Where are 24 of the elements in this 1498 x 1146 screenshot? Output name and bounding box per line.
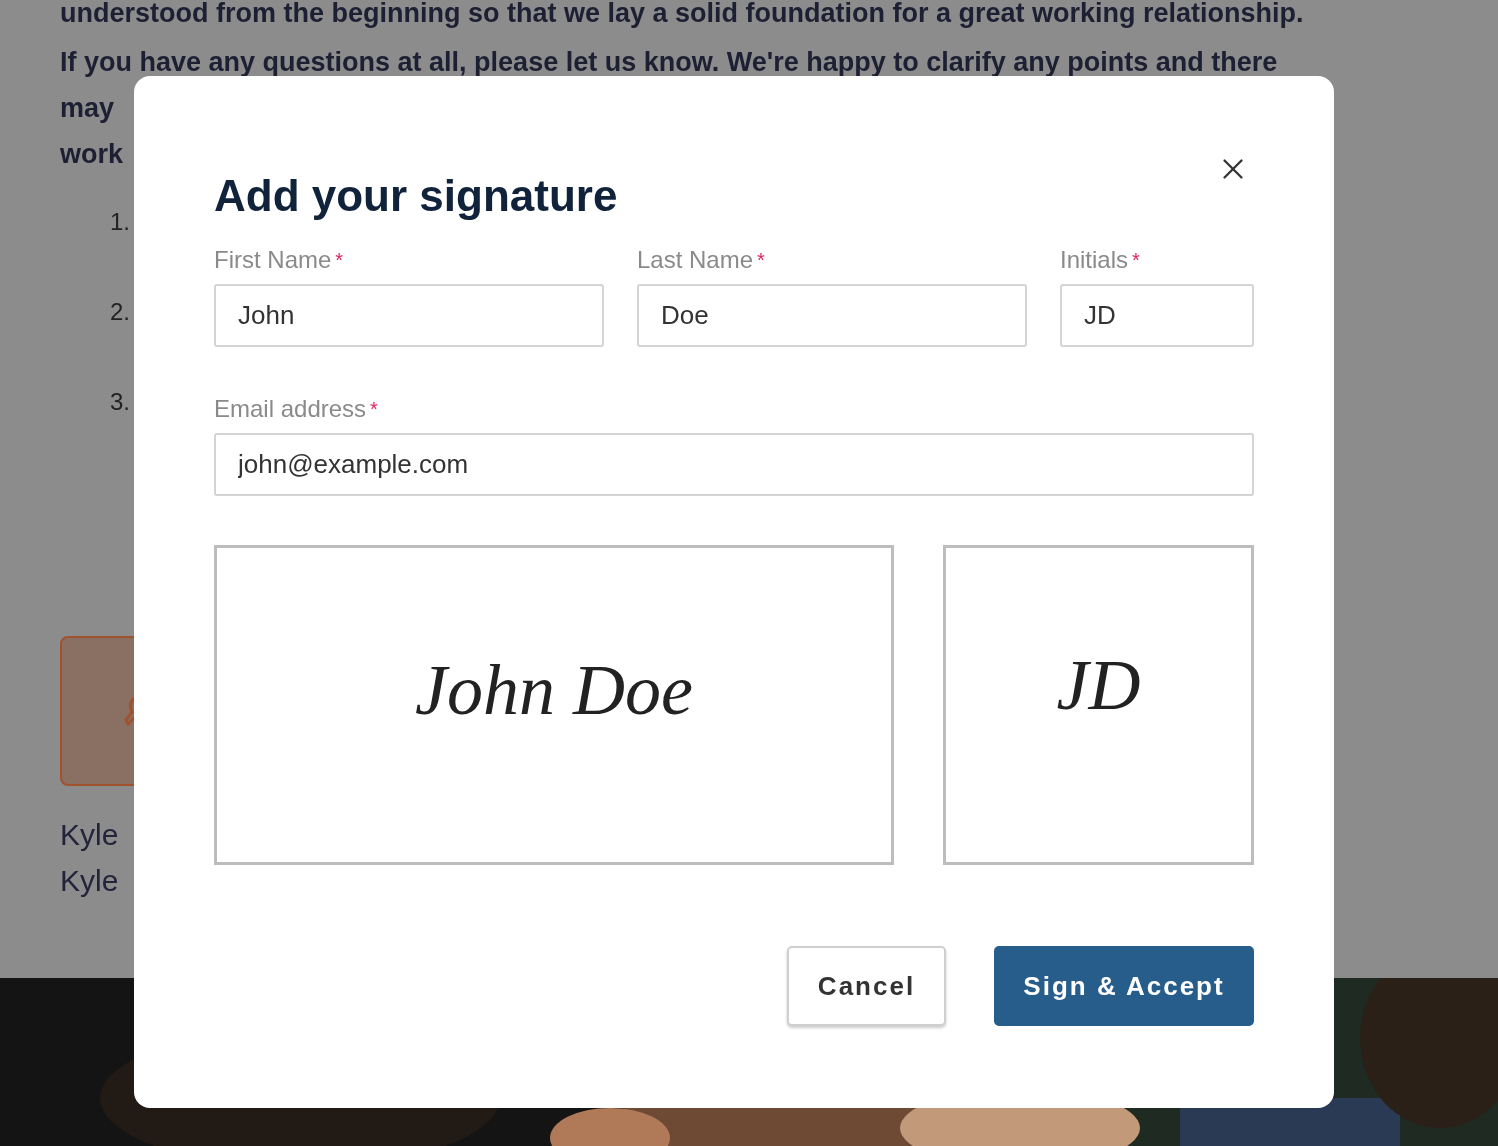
initials-pad[interactable]: JD [943, 545, 1254, 865]
list-number: 1. [110, 208, 130, 236]
list-number: 2. [110, 298, 130, 326]
text-input[interactable]: Doe [637, 284, 1027, 347]
paragraph-text: understood from the beginning so that we lay a solid foundation for a great working relationship. [60, 0, 1304, 29]
signature-pad[interactable]: John Doe [214, 545, 894, 865]
dialog-title: Add your signature [214, 170, 618, 222]
initials-text: JD [1056, 645, 1141, 725]
field-label: Email address * [214, 395, 379, 423]
paragraph-text: work [60, 138, 124, 170]
paragraph-text: If you have any questions at all, please let us know. We're happy to clarify any points and there [60, 46, 1278, 78]
paragraph-text: may [60, 92, 115, 124]
person-name: Kyle [60, 817, 119, 853]
text-input[interactable]: John [214, 284, 604, 347]
person-name: Kyle [60, 863, 119, 899]
field-label: Initials * [1060, 246, 1141, 274]
list-number: 3. [110, 388, 130, 416]
signature-text: John Doe [415, 650, 693, 730]
field-label: Last Name * [637, 246, 766, 274]
cancel-button[interactable]: Cancel [787, 946, 946, 1026]
text-input[interactable]: JD [1060, 284, 1254, 347]
field-label: First Name * [214, 246, 345, 274]
sign-accept-button[interactable]: Sign & Accept [994, 946, 1254, 1026]
text-input[interactable]: john@example.com [214, 433, 1254, 496]
